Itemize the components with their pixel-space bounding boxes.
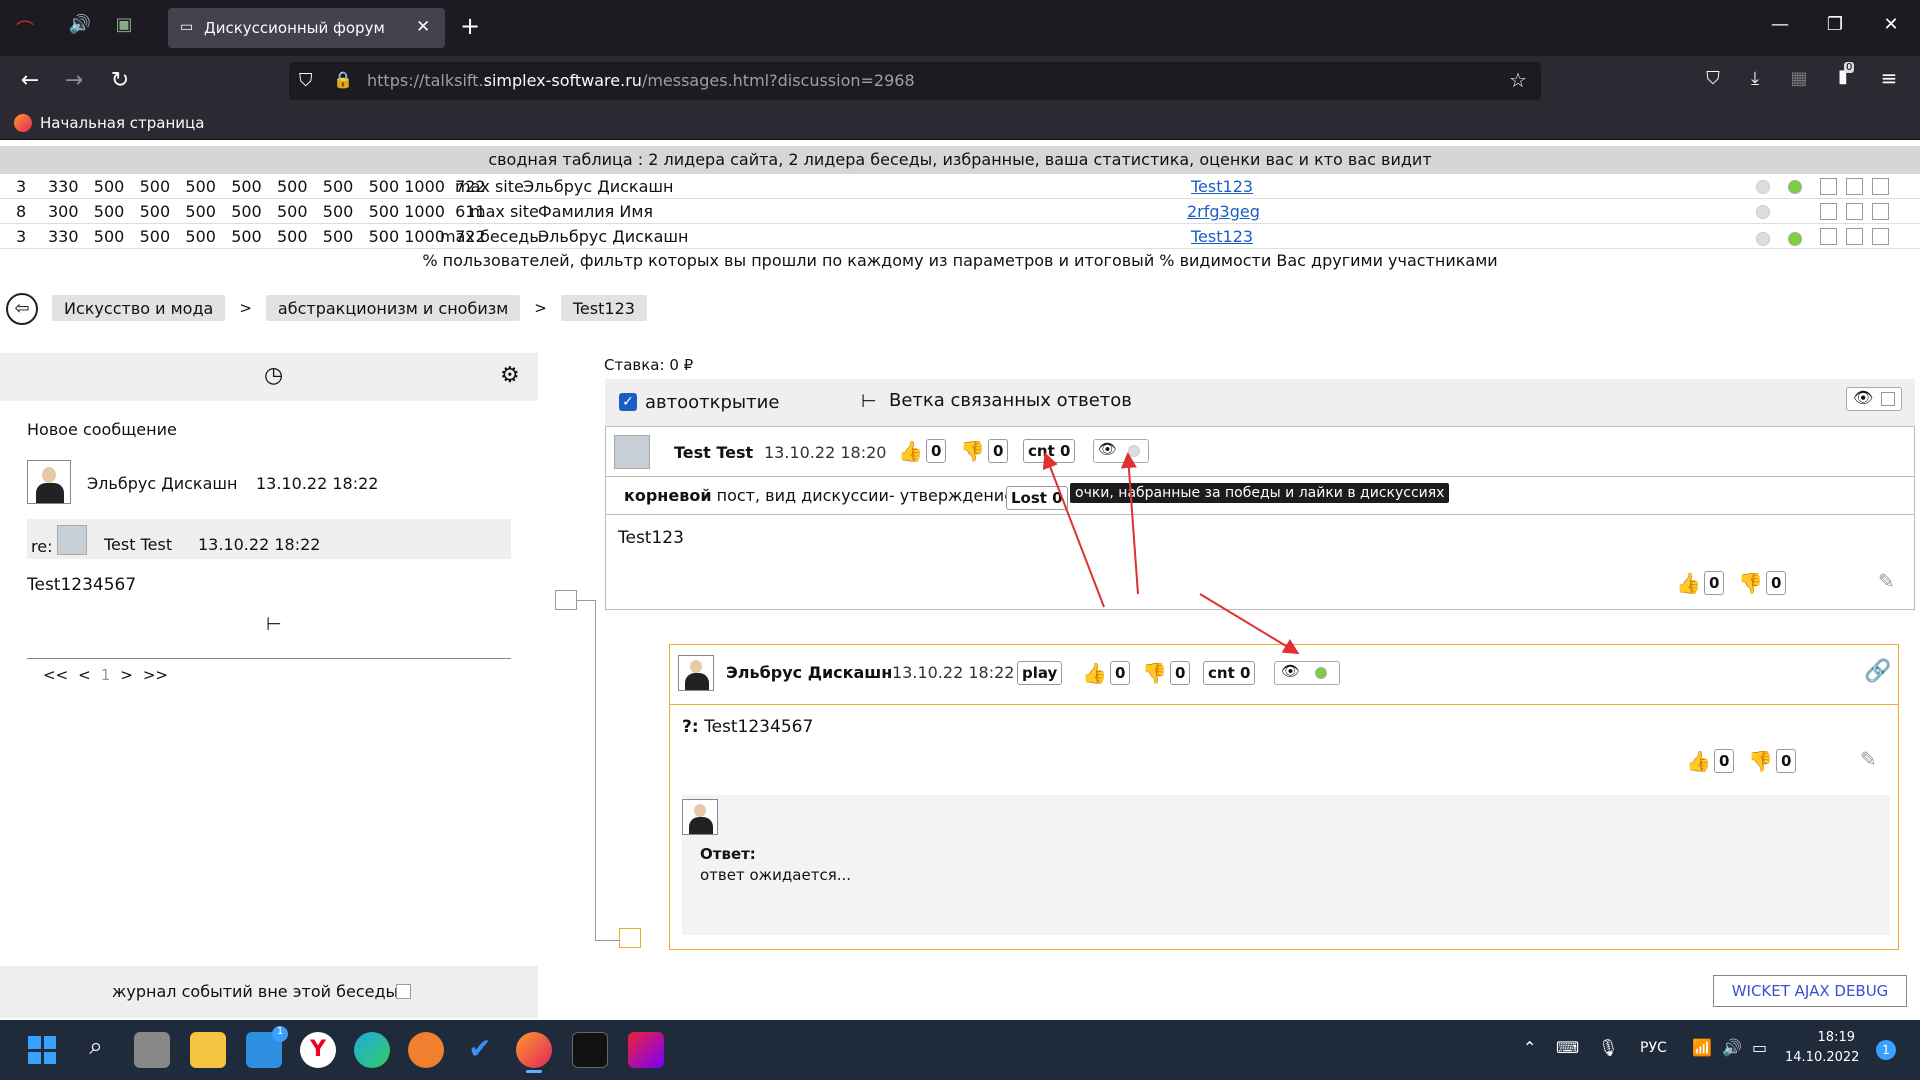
terminal-icon[interactable] xyxy=(572,1032,608,1068)
firefox-taskbar-icon[interactable] xyxy=(516,1032,552,1068)
annotation-arrow xyxy=(1120,452,1139,595)
notification-badge[interactable]: 1 xyxy=(1876,1040,1896,1060)
intellij-icon[interactable] xyxy=(628,1032,664,1068)
edge-icon[interactable] xyxy=(354,1032,390,1068)
windows-start-icon[interactable] xyxy=(24,1032,60,1068)
task-view-icon[interactable] xyxy=(134,1032,170,1068)
taskbar xyxy=(0,1020,1920,1080)
mail-badge: 1 xyxy=(272,1026,288,1042)
yandex-browser-icon[interactable]: Y xyxy=(300,1032,336,1068)
tray-chevron-icon[interactable]: ⌃ xyxy=(1523,1038,1536,1057)
clock-time[interactable]: 18:19 xyxy=(1795,1030,1855,1045)
search-icon[interactable]: ⌕ xyxy=(78,1032,114,1068)
annotation-arrow xyxy=(1042,452,1105,608)
mail-icon[interactable]: 1 xyxy=(246,1026,288,1068)
wifi-icon[interactable]: 📶 xyxy=(1692,1038,1712,1057)
wicket-debug-button[interactable]: WICKET AJAX DEBUG xyxy=(1713,975,1907,1007)
volume-icon[interactable]: 🔊 xyxy=(1722,1038,1742,1057)
annotation-arrow xyxy=(1199,593,1300,655)
keyboard-icon[interactable]: ⌨ xyxy=(1556,1038,1579,1057)
annotation-arrows xyxy=(1042,452,1300,655)
lang-indicator[interactable]: РУС xyxy=(1640,1040,1667,1056)
battery-icon[interactable]: ▭ xyxy=(1752,1038,1767,1057)
active-indicator xyxy=(526,1070,542,1073)
file-explorer-icon[interactable] xyxy=(190,1032,226,1068)
app-icon[interactable] xyxy=(408,1032,444,1068)
todo-icon[interactable]: ✔ xyxy=(462,1032,498,1068)
mic-icon[interactable]: 🎙 xyxy=(1598,1038,1618,1057)
clock-date[interactable]: 14.10.2022 xyxy=(1785,1050,1859,1065)
